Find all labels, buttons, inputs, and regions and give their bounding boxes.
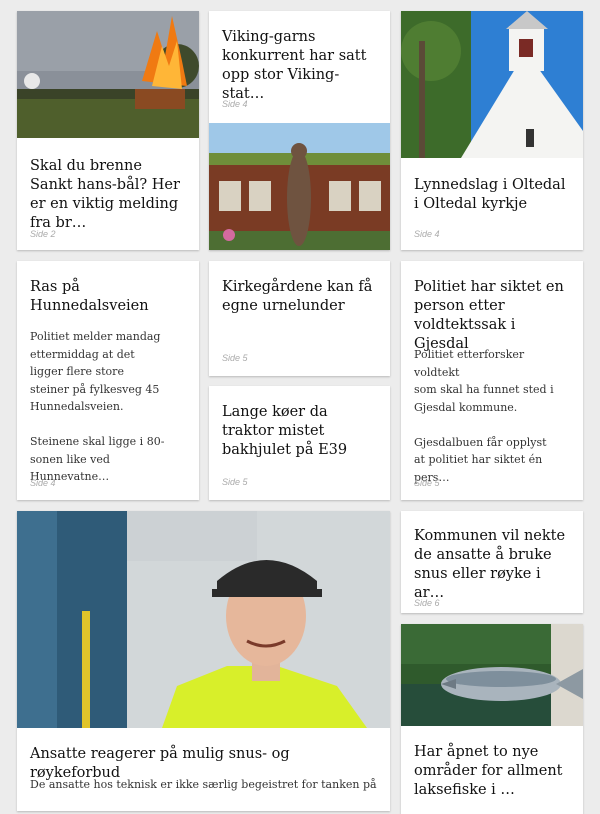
article-excerpt: Politiet melder mandag ettermiddag at de…	[30, 330, 165, 483]
article-excerpt: Politiet etterforsker voldtekt som skal …	[414, 348, 554, 484]
article-image-worker	[17, 511, 390, 728]
article-title: Lynnedslag i Oltedal i Oltedal kyrkje	[414, 177, 566, 212]
page-number: Side 4	[30, 478, 56, 488]
page-number: Side 5	[222, 477, 248, 487]
article-title: Lange køer da traktor mistet bakhjulet p…	[222, 404, 348, 458]
article-card-snus-forbud[interactable]: Ansatte reagerer på mulig snus- og røyke…	[17, 511, 390, 811]
article-image-bonfire	[17, 11, 199, 138]
article-image-church	[401, 11, 583, 158]
article-card-lange-koer[interactable]: Lange køer da traktor mistet bakhjulet p…	[209, 386, 390, 500]
article-card-politiet[interactable]: Politiet har siktet en person etter vold…	[401, 261, 583, 500]
page-number: Side 4	[222, 99, 248, 109]
article-card-church[interactable]: Lynnedslag i Oltedal i Oltedal kyrkje Si…	[401, 11, 583, 250]
article-card-bonfire[interactable]: Skal du brenne Sankt hans-bål? Her er en…	[17, 11, 199, 250]
page-number: Side 2	[30, 229, 56, 239]
page-number: Side 6	[414, 598, 440, 608]
article-card-laksefiske[interactable]: Har åpnet to nye områder for allment lak…	[401, 624, 583, 814]
article-title: Skal du brenne Sankt hans-bål? Her er en…	[30, 158, 180, 231]
article-card-kommunen[interactable]: Kommunen vil nekte de ansatte å bruke sn…	[401, 511, 583, 613]
article-title: Kommunen vil nekte de ansatte å bruke sn…	[414, 528, 566, 601]
article-excerpt: De ansatte hos teknisk er ikke særlig be…	[30, 778, 380, 791]
article-card-ras[interactable]: Ras på Hunnedalsveien Politiet melder ma…	[17, 261, 199, 500]
article-title: Viking-garns konkurrent har satt opp sto…	[222, 29, 367, 102]
page-number: Side 4	[414, 229, 440, 239]
article-image-viking-statue	[209, 123, 390, 250]
article-title: Har åpnet to nye områder for allment lak…	[414, 744, 563, 798]
article-title: Politiet har siktet en person etter vold…	[414, 279, 564, 352]
page-number: Side 5	[222, 353, 248, 363]
article-card-viking-statue[interactable]: Viking-garns konkurrent har satt opp sto…	[209, 11, 390, 250]
article-card-kirkegardene[interactable]: Kirkegårdene kan få egne urnelunder Side…	[209, 261, 390, 376]
article-title: Ras på Hunnedalsveien	[30, 279, 149, 314]
article-title: Kirkegårdene kan få egne urnelunder	[222, 279, 373, 314]
page-number: Side 5	[414, 478, 440, 488]
article-image-salmon	[401, 624, 583, 726]
